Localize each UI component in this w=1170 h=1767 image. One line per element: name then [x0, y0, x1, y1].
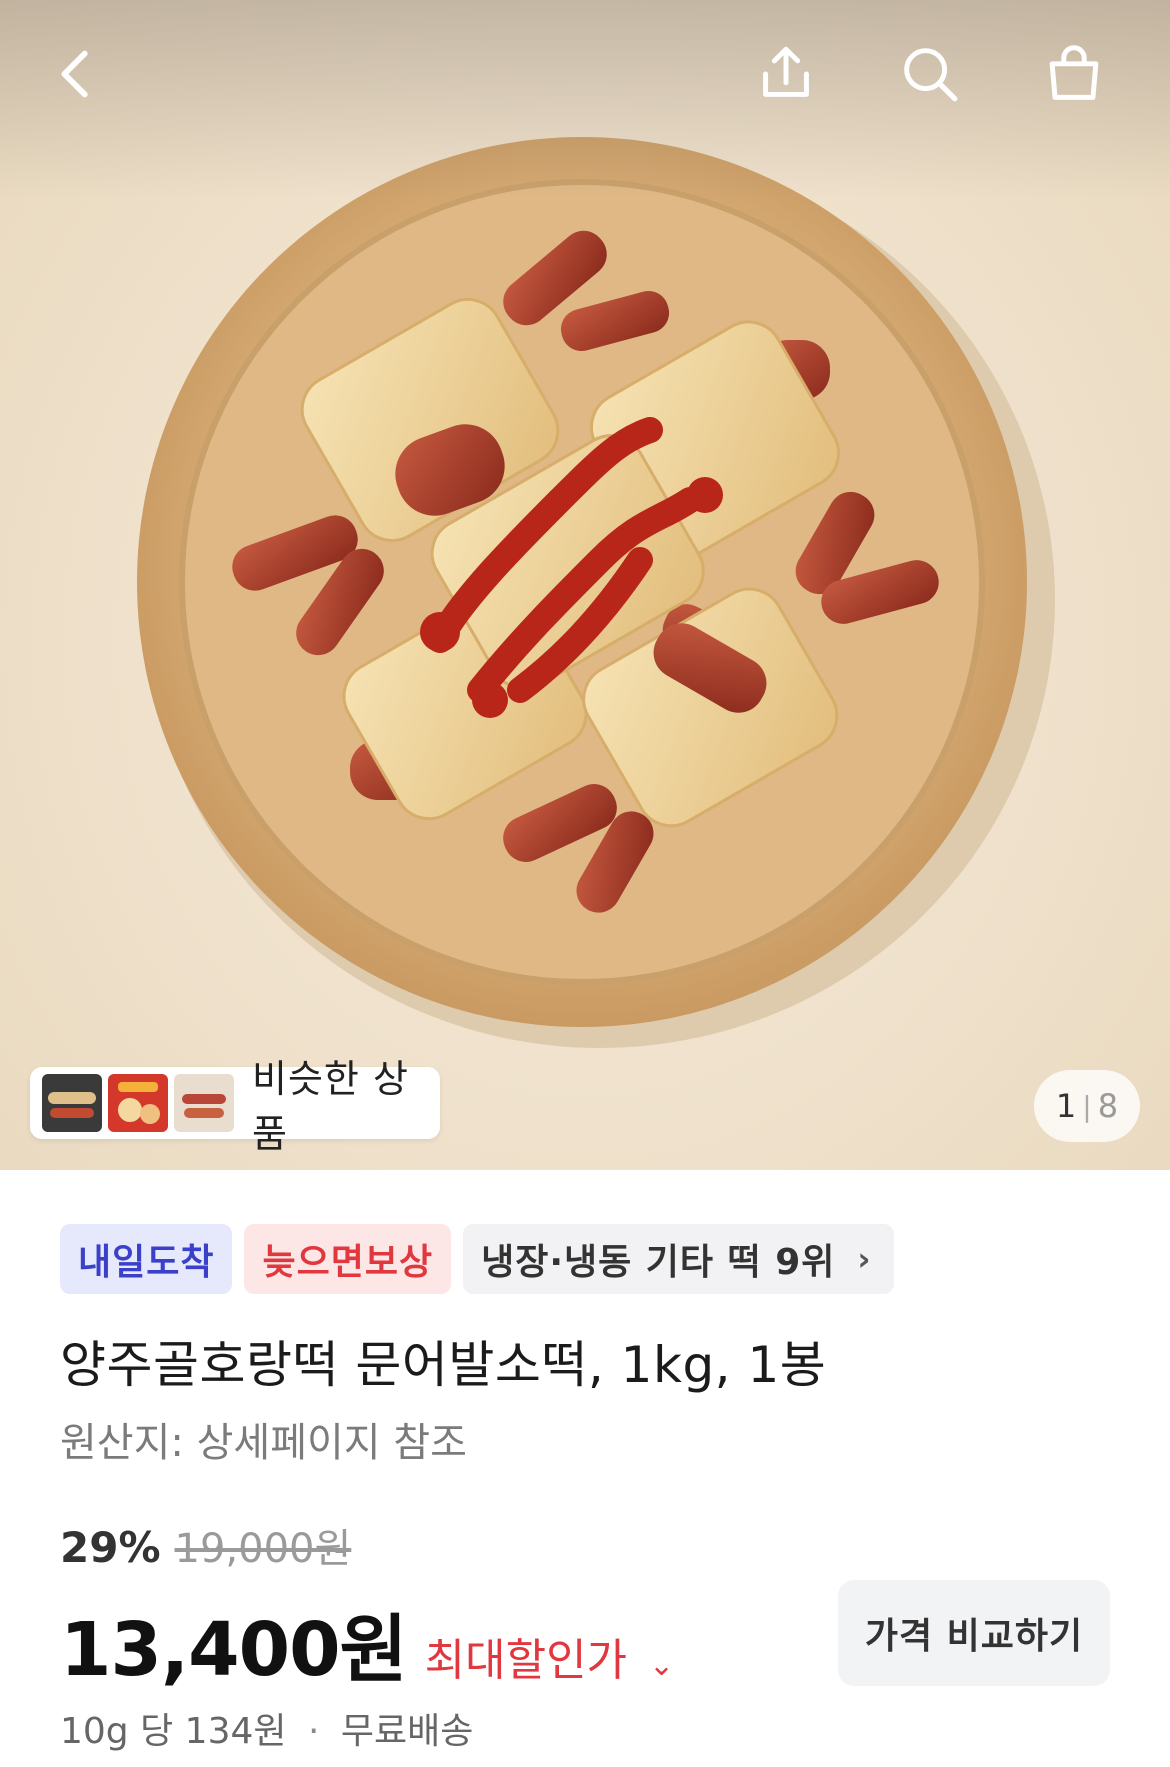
image-page-indicator: 1 | 8 — [1034, 1070, 1140, 1142]
arrival-badge: 내일도착 — [60, 1224, 233, 1294]
badge-row: 내일도착 늦으면보상 냉장·냉동 기타 떡 9위 › — [60, 1224, 894, 1294]
share-button[interactable] — [740, 28, 832, 120]
unit-price-row: 10g 당 134원 · 무료배송 — [60, 1702, 473, 1754]
top-gradient — [0, 0, 1170, 200]
search-icon — [904, 48, 958, 102]
shopping-bag-icon — [1049, 45, 1099, 100]
total-pages: 8 — [1097, 1087, 1119, 1125]
product-image-area[interactable]: 비슷한 상품 1 | 8 — [0, 0, 1170, 1170]
similar-products-label: 비슷한 상품 — [252, 1057, 409, 1156]
chevron-down-icon[interactable]: ⌄ — [649, 1648, 674, 1683]
separator-dot: · — [307, 1711, 320, 1752]
price-row: 13,400원 최대할인가 ⌄ — [60, 1590, 674, 1697]
pager-separator: | — [1082, 1089, 1092, 1123]
similar-thumb-3 — [174, 1074, 234, 1132]
sale-price: 13,400원 — [60, 1607, 408, 1693]
share-icon — [763, 46, 809, 97]
back-button[interactable] — [30, 28, 122, 120]
late-compensation-badge: 늦으면보상 — [244, 1224, 452, 1294]
price-compare-button[interactable]: 가격 비교하기 — [838, 1580, 1110, 1686]
search-button[interactable] — [884, 28, 976, 120]
chevron-left-icon — [61, 50, 88, 98]
product-origin: 원산지: 상세페이지 참조 — [60, 1420, 467, 1466]
similar-products-button[interactable]: 비슷한 상품 — [30, 1057, 440, 1156]
discount-rate: 29% — [60, 1523, 161, 1572]
unit-price: 10g 당 134원 — [60, 1711, 287, 1752]
current-page: 1 — [1055, 1087, 1077, 1125]
similar-thumb-1 — [42, 1074, 102, 1132]
category-rank-badge[interactable]: 냉장·냉동 기타 떡 9위 › — [463, 1224, 894, 1294]
chevron-right-icon: › — [857, 1240, 872, 1278]
max-discount-toggle[interactable]: 최대할인가 — [425, 1624, 627, 1688]
similar-thumb-2 — [108, 1074, 168, 1132]
original-price: 19,000원 — [174, 1526, 352, 1572]
cart-button[interactable] — [1028, 28, 1120, 120]
discount-row: 29% 19,000원 — [60, 1516, 351, 1574]
product-title: 양주골호랑떡 문어발소떡, 1kg, 1봉 — [60, 1336, 827, 1394]
shipping-info: 무료배송 — [340, 1711, 474, 1752]
category-rank-label: 냉장·냉동 기타 떡 9위 — [481, 1242, 836, 1283]
